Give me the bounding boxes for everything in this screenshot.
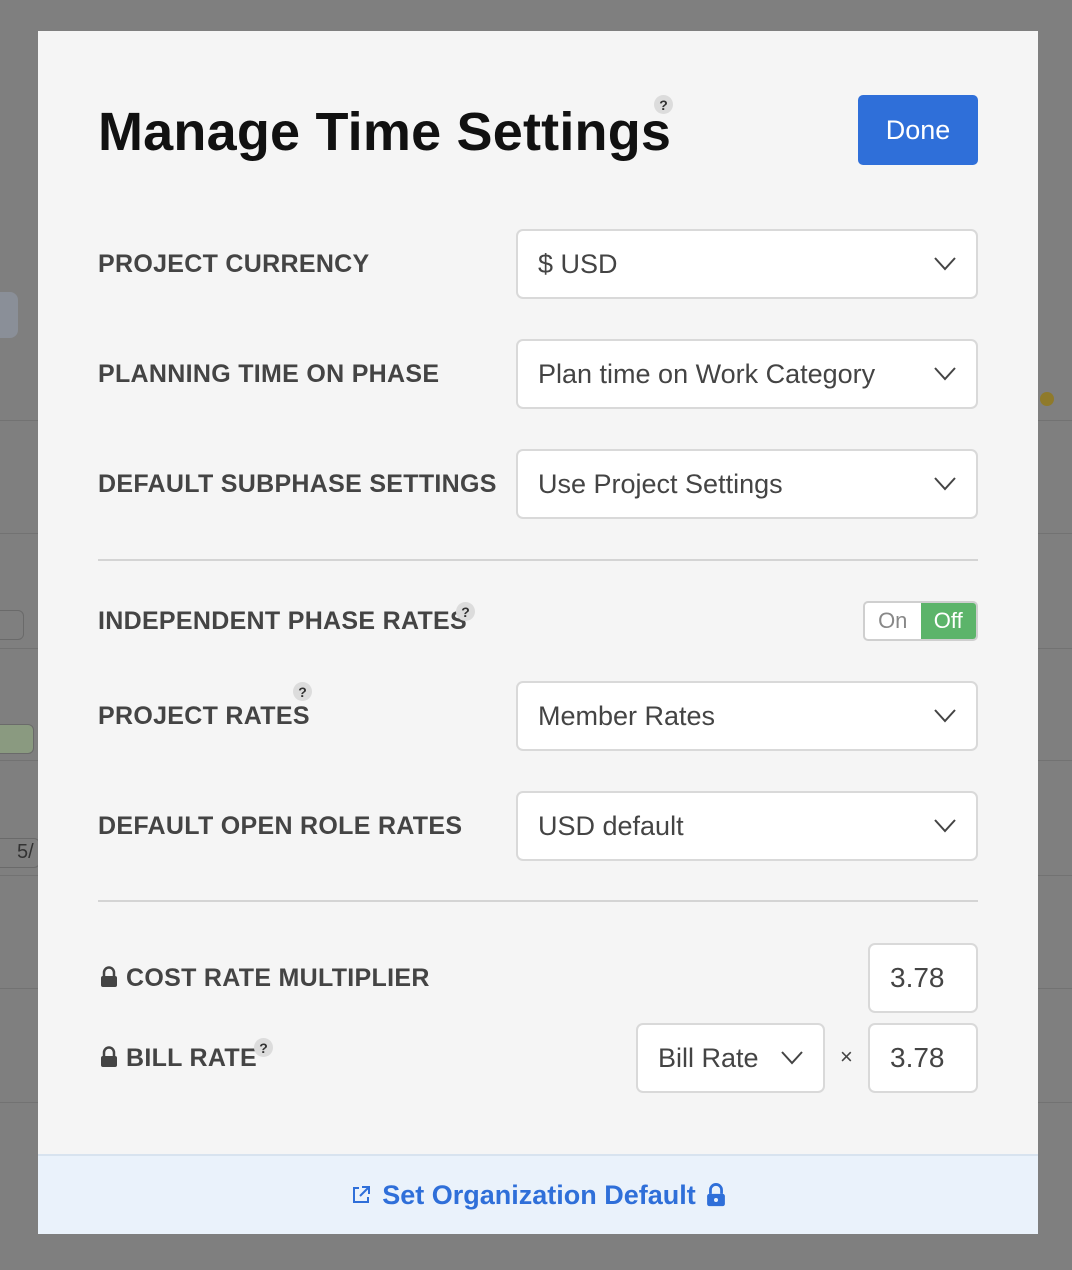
default-open-role-rates-value: USD default [538,810,684,841]
background-pill [0,724,34,754]
cost-rate-multiplier-label: COST RATE MULTIPLIER [126,964,430,992]
project-currency-label: PROJECT CURRENCY [98,250,370,278]
background-divider [1038,533,1072,534]
planning-time-label: PLANNING TIME ON PHASE [98,360,440,388]
default-subphase-label: DEFAULT SUBPHASE SETTINGS [98,470,497,498]
default-open-role-rates-select[interactable]: USD default [516,791,978,861]
help-icon[interactable]: ? [654,95,673,114]
help-icon[interactable]: ? [293,682,312,701]
modal-footer: Set Organization Default [38,1154,1038,1234]
background-divider [1038,988,1072,989]
background-pill: 5/ [0,838,40,868]
cost-rate-multiplier-value: 3.78 [890,962,945,993]
toggle-on-option[interactable]: On [865,603,921,639]
bill-rate-select-value: Bill Rate [658,1042,759,1073]
multiply-operator: × [840,1044,853,1069]
background-divider [1038,1102,1072,1103]
lock-icon [101,1046,117,1067]
background-divider [0,875,38,876]
help-icon[interactable]: ? [254,1038,273,1057]
background-status-dot [1040,392,1054,406]
chevron-down-icon [934,709,956,723]
default-subphase-select[interactable]: Use Project Settings [516,449,978,519]
project-rates-value: Member Rates [538,700,716,731]
project-currency-value: $ USD [538,248,618,279]
set-organization-default-label: Set Organization Default [382,1179,696,1210]
background-divider [1038,760,1072,761]
background-divider [0,648,38,649]
section-divider [98,559,978,561]
independent-phase-rates-label: INDEPENDENT PHASE RATES [98,607,467,635]
cost-rate-multiplier-input[interactable]: 3.78 [868,943,978,1013]
background-divider [0,420,38,421]
default-open-role-rates-label: DEFAULT OPEN ROLE RATES [98,812,463,840]
lock-icon [101,966,117,987]
section-divider [98,900,978,902]
chevron-down-icon [934,257,956,271]
project-currency-select[interactable]: $ USD [516,229,978,299]
background-pill [0,610,24,640]
independent-phase-rates-toggle[interactable]: On Off [863,601,978,641]
set-organization-default-link[interactable]: Set Organization Default [350,1180,726,1211]
chevron-down-icon [934,367,956,381]
bill-rate-label: BILL RATE [126,1044,257,1072]
page-title: Manage Time Settings [98,102,672,162]
planning-time-select[interactable]: Plan time on Work Category [516,339,978,409]
bill-rate-multiplier-value: 3.78 [890,1042,945,1073]
background-divider [1038,875,1072,876]
bill-rate-multiplier-input[interactable]: 3.78 [868,1023,978,1093]
manage-time-settings-modal: Manage Time Settings ? Done PROJECT CURR… [38,31,1038,1234]
project-rates-select[interactable]: Member Rates [516,681,978,751]
lock-icon [706,1183,725,1207]
background-divider [1038,420,1072,421]
background-divider [0,1102,38,1103]
chevron-down-icon [781,1051,803,1065]
done-button[interactable]: Done [858,95,978,165]
chevron-down-icon [934,819,956,833]
default-subphase-value: Use Project Settings [538,468,783,499]
toggle-off-option[interactable]: Off [920,603,976,639]
background-divider [1038,648,1072,649]
background-divider [0,533,38,534]
chevron-down-icon [934,477,956,491]
project-rates-label: PROJECT RATES [98,702,310,730]
background-filter-icon [0,292,18,338]
help-icon[interactable]: ? [456,602,475,621]
background-pill-text: 5/ [17,841,34,863]
external-link-icon [353,1186,371,1203]
bill-rate-select[interactable]: Bill Rate [636,1023,825,1093]
background-divider [0,988,38,989]
background-divider [0,760,38,761]
planning-time-value: Plan time on Work Category [538,358,876,389]
